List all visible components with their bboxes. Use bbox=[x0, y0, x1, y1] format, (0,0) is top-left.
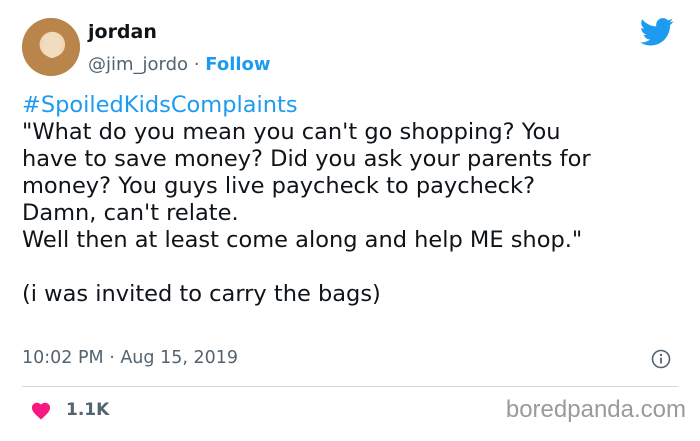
tweet-timestamp[interactable]: 10:02 PM · Aug 15, 2019 bbox=[22, 348, 238, 368]
tweet-line: "What do you mean you can't go shopping?… bbox=[22, 119, 561, 145]
author-handle[interactable]: @jim_jordo bbox=[88, 54, 188, 75]
follow-button[interactable]: Follow bbox=[205, 54, 270, 75]
heart-icon[interactable] bbox=[30, 400, 52, 420]
avatar-face bbox=[43, 32, 61, 58]
tweet-body: #SpoiledKidsComplaints "What do you mean… bbox=[22, 92, 682, 308]
meta-separator: · bbox=[193, 54, 200, 75]
watermark: boredpanda.com bbox=[505, 396, 686, 423]
like-action[interactable]: 1.1K bbox=[30, 400, 109, 420]
divider bbox=[22, 386, 678, 387]
tweet-line: money? You guys live paycheck to paychec… bbox=[22, 173, 536, 199]
hashtag-link[interactable]: #SpoiledKidsComplaints bbox=[22, 92, 682, 119]
author-meta: @jim_jordo · Follow bbox=[88, 52, 271, 78]
tweet-line: have to save money? Did you ask your par… bbox=[22, 146, 591, 172]
tweet-line: Damn, can't relate. bbox=[22, 200, 239, 226]
avatar[interactable] bbox=[22, 18, 80, 76]
tweet-line: (i was invited to carry the bags) bbox=[22, 281, 381, 307]
tweet-line: Well then at least come along and help M… bbox=[22, 227, 583, 253]
like-count: 1.1K bbox=[66, 400, 110, 420]
twitter-bird-icon[interactable] bbox=[640, 18, 674, 46]
info-icon[interactable] bbox=[651, 349, 671, 369]
author-block: jordan @jim_jordo · Follow bbox=[88, 20, 271, 78]
author-name[interactable]: jordan bbox=[88, 20, 271, 44]
